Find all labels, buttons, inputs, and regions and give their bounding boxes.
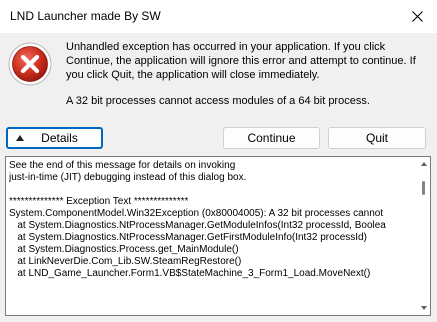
quit-button[interactable]: Quit: [328, 127, 426, 149]
close-icon: [411, 11, 423, 22]
error-icon: [8, 42, 52, 86]
chevron-up-icon: [16, 135, 24, 141]
title-bar: LND Launcher made By SW: [0, 0, 437, 33]
details-text: See the end of this message for details …: [9, 160, 386, 279]
error-summary: A 32 bit processes cannot access modules…: [66, 95, 370, 107]
exception-message: Unhandled exception has occurred in your…: [66, 41, 416, 81]
details-button-label: Details: [41, 131, 78, 145]
window-title: LND Launcher made By SW: [10, 9, 161, 23]
details-textbox[interactable]: See the end of this message for details …: [5, 156, 431, 316]
scroll-thumb[interactable]: [422, 181, 425, 195]
details-button[interactable]: Details: [6, 127, 103, 149]
scroll-up-icon[interactable]: [420, 161, 428, 167]
continue-button[interactable]: Continue: [223, 127, 320, 149]
vertical-scrollbar[interactable]: [420, 161, 428, 311]
close-button[interactable]: [397, 0, 437, 33]
scroll-down-icon[interactable]: [420, 305, 428, 311]
